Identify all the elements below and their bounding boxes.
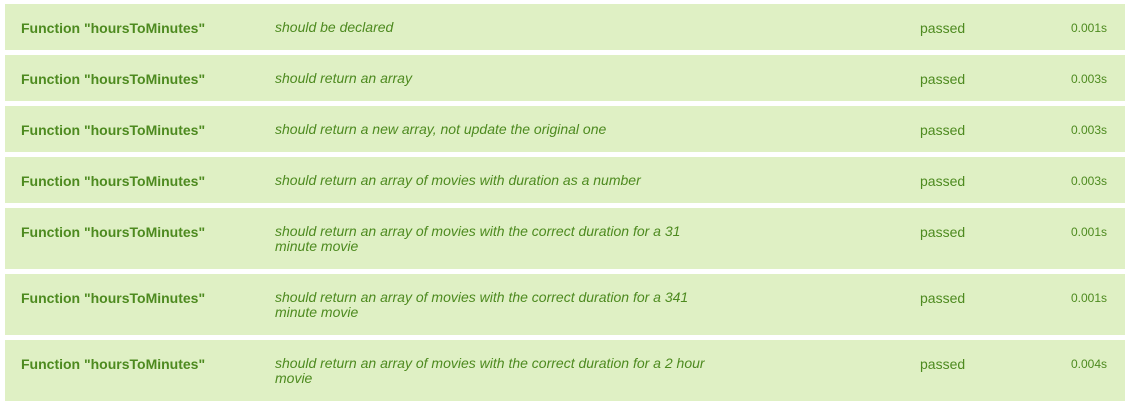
- test-duration: 0.001s: [1071, 225, 1108, 239]
- test-suite-name: Function "hoursToMinutes": [21, 356, 206, 372]
- test-duration: 0.003s: [1071, 174, 1108, 188]
- test-status: passed: [920, 290, 966, 306]
- test-suite-name: Function "hoursToMinutes": [21, 71, 206, 87]
- test-status: passed: [920, 71, 966, 87]
- test-description: should return an array: [275, 70, 412, 86]
- test-duration: 0.001s: [1071, 21, 1108, 35]
- test-description: should return an array of movies with du…: [275, 172, 641, 188]
- test-suite-name: Function "hoursToMinutes": [21, 290, 206, 306]
- test-duration: 0.004s: [1071, 357, 1108, 371]
- test-suite-name: Function "hoursToMinutes": [21, 20, 206, 36]
- test-description: should be declared: [275, 19, 394, 35]
- test-status: passed: [920, 122, 966, 138]
- test-duration: 0.001s: [1071, 291, 1108, 305]
- test-suite-name: Function "hoursToMinutes": [21, 173, 206, 189]
- test-results-list: Function "hoursToMinutes" should be decl…: [0, 0, 1131, 402]
- test-row: Function "hoursToMinutes" should return …: [5, 157, 1125, 203]
- test-description: should return an array of movies with th…: [275, 289, 689, 320]
- test-description: should return an array of movies with th…: [275, 355, 705, 386]
- test-duration: 0.003s: [1071, 123, 1108, 137]
- test-row: Function "hoursToMinutes" should be decl…: [5, 4, 1125, 50]
- test-status: passed: [920, 356, 966, 372]
- test-row: Function "hoursToMinutes" should return …: [5, 55, 1125, 101]
- test-row: Function "hoursToMinutes" should return …: [5, 274, 1125, 335]
- test-description: should return a new array, not update th…: [275, 121, 607, 137]
- test-status: passed: [920, 20, 966, 36]
- test-row: Function "hoursToMinutes" should return …: [5, 106, 1125, 152]
- test-description: should return an array of movies with th…: [275, 223, 681, 254]
- test-row: Function "hoursToMinutes" should return …: [5, 340, 1125, 401]
- test-row: Function "hoursToMinutes" should return …: [5, 208, 1125, 269]
- test-suite-name: Function "hoursToMinutes": [21, 122, 206, 138]
- test-status: passed: [920, 173, 966, 189]
- test-suite-name: Function "hoursToMinutes": [21, 224, 206, 240]
- test-duration: 0.003s: [1071, 72, 1108, 86]
- test-status: passed: [920, 224, 966, 240]
